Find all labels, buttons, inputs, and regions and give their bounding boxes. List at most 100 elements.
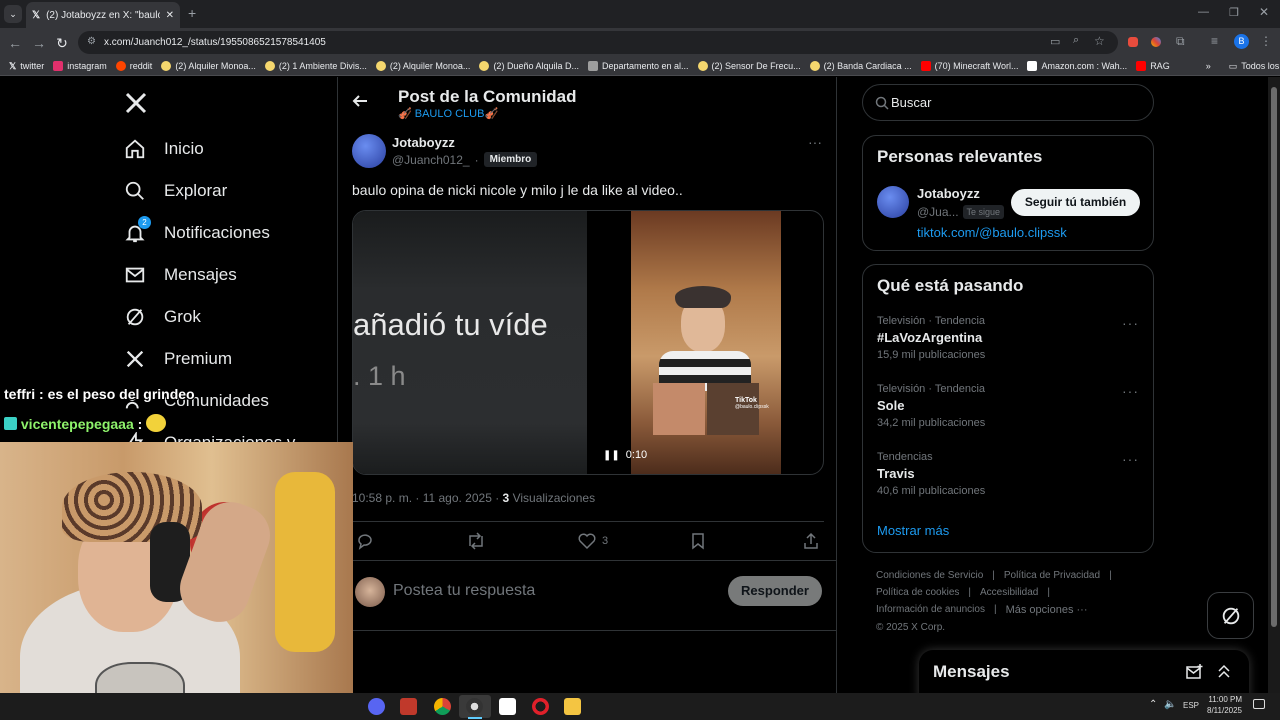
author-name[interactable]: Jotaboyzz — [392, 135, 455, 150]
author-handle[interactable]: @Juanch012_ — [392, 153, 470, 167]
author-avatar[interactable] — [352, 134, 386, 168]
minimize-button[interactable]: — — [1198, 6, 1209, 18]
bookmark-item[interactable]: (2) Sensor De Frecu... — [697, 61, 801, 71]
speaker-icon[interactable]: 🔈 — [1164, 699, 1176, 710]
post-more-icon[interactable]: ··· — [808, 134, 822, 150]
sidebar-item-explorar[interactable]: Explorar — [124, 180, 227, 202]
post-timestamp[interactable]: 10:58 p. m. · 11 ago. 2025 · — [352, 491, 503, 505]
post-video[interactable]: añadió tu víde . 1 h TikTok @baulo.clips… — [352, 210, 824, 475]
window-close-button[interactable]: ✕ — [1259, 5, 1269, 19]
bookmark-item[interactable]: instagram — [53, 61, 107, 71]
bookmark-item[interactable]: (2) Banda Cardiaca ... — [809, 61, 912, 71]
profile-avatar[interactable]: B — [1234, 34, 1249, 49]
extension-icon-red[interactable] — [1128, 37, 1138, 47]
bookmark-item[interactable]: (2) Dueño Alquila D... — [479, 61, 579, 71]
trend-item[interactable]: Televisión · Tendencia Sole 34,2 mil pub… — [877, 383, 985, 429]
grok-floating-button[interactable] — [1207, 592, 1254, 639]
x-logo-icon[interactable] — [124, 91, 148, 120]
bookmark-item[interactable]: Amazon.com : Wah... — [1027, 61, 1127, 71]
repost-button[interactable] — [466, 532, 486, 550]
like-button[interactable]: 3 — [578, 532, 608, 550]
streaming-app-icon[interactable] — [400, 698, 417, 715]
obs-icon[interactable] — [466, 698, 483, 715]
file-explorer-icon[interactable] — [564, 698, 581, 715]
bookmark-star-icon[interactable]: ☆ — [1094, 34, 1105, 48]
footer-link[interactable]: Accesibilidad — [980, 587, 1038, 598]
show-more-link[interactable]: Mostrar más — [877, 523, 949, 538]
bookmark-item[interactable]: (2) 1 Ambiente Divis... — [264, 61, 367, 71]
forward-arrow-icon[interactable]: → — [30, 34, 48, 52]
reply-button[interactable] — [356, 532, 374, 550]
member-badge: Miembro — [483, 152, 538, 167]
share-button[interactable] — [802, 532, 820, 550]
opera-icon[interactable] — [532, 698, 549, 715]
profile-link[interactable]: tiktok.com/@baulo.clipssk — [917, 225, 1067, 240]
expand-icon[interactable] — [1216, 663, 1232, 679]
bookmark-item[interactable]: RAG — [1136, 61, 1170, 71]
messages-drawer[interactable]: Mensajes — [919, 650, 1249, 693]
relevant-user-avatar[interactable] — [877, 186, 909, 218]
bookmark-item[interactable]: reddit — [115, 61, 152, 71]
new-message-icon[interactable] — [1186, 664, 1204, 680]
media-control-icon[interactable]: ≡ — [1211, 34, 1218, 48]
page-scrollbar[interactable] — [1268, 77, 1280, 693]
bookmark-item[interactable]: (2) Alquiler Monoa... — [375, 61, 470, 71]
browser-tab-active[interactable]: 𝕏 (2) Jotaboyzz en X: "baulo opin ✕ — [26, 2, 180, 28]
trend-more-icon[interactable]: ··· — [1122, 451, 1139, 467]
reload-icon[interactable]: ↻ — [53, 34, 71, 52]
language-indicator[interactable]: ESP — [1183, 701, 1199, 710]
discord-icon[interactable] — [368, 698, 385, 715]
trend-more-icon[interactable]: ··· — [1122, 383, 1139, 399]
trend-more-icon[interactable]: ··· — [1122, 315, 1139, 331]
new-tab-button[interactable]: + — [188, 5, 196, 21]
restore-button[interactable]: ❐ — [1229, 6, 1239, 19]
extension-icon-color[interactable] — [1151, 37, 1161, 47]
back-arrow-icon[interactable]: ← — [6, 34, 24, 52]
bookmark-button[interactable] — [690, 532, 706, 550]
reply-submit-button[interactable]: Responder — [728, 576, 822, 606]
more-options-link[interactable]: Más opciones ··· — [1006, 604, 1088, 616]
footer-link[interactable]: Política de Privacidad — [1004, 570, 1100, 581]
browser-menu-icon[interactable]: ⋮ — [1260, 34, 1272, 48]
tab-close-icon[interactable]: ✕ — [166, 10, 174, 21]
relevant-user-handle[interactable]: @Jua... — [917, 205, 959, 219]
trend-item[interactable]: Tendencias Travis 40,6 mil publicaciones — [877, 451, 985, 497]
trend-item[interactable]: Televisión · Tendencia #LaVozArgentina 1… — [877, 315, 985, 361]
extensions-puzzle-icon[interactable]: ⧉ — [1176, 34, 1185, 49]
sidebar-item-inicio[interactable]: Inicio — [124, 138, 204, 160]
bookmarks-overflow-button[interactable]: » — [1206, 61, 1211, 71]
back-arrow-icon[interactable] — [352, 93, 368, 114]
chrome-icon[interactable] — [434, 698, 451, 715]
bookmark-item[interactable]: (70) Minecraft Worl... — [920, 61, 1018, 71]
zoom-icon[interactable]: ⌕ — [1073, 34, 1079, 47]
install-icon[interactable]: ▭ — [1050, 35, 1060, 48]
chat-username: teffri — [4, 386, 36, 402]
search-input[interactable]: Buscar — [891, 95, 931, 110]
pause-icon[interactable]: ❚❚ — [603, 450, 620, 461]
clock[interactable]: 11:00 PM 8/11/2025 — [1200, 695, 1242, 715]
sidebar-item-mensajes[interactable]: Mensajes — [124, 264, 237, 286]
all-bookmarks-folder[interactable]: ▭Todos los marcadores — [1229, 61, 1280, 72]
capcut-icon[interactable] — [499, 698, 516, 715]
bookmark-item[interactable]: (2) Alquiler Monoa... — [161, 61, 256, 71]
footer-link[interactable]: Condiciones de Servicio — [876, 570, 983, 581]
scrollbar-thumb[interactable] — [1271, 87, 1277, 627]
site-info-icon[interactable]: ⚙ — [87, 36, 96, 47]
follow-back-button[interactable]: Seguir tú también — [1011, 189, 1140, 216]
relevant-user-name[interactable]: Jotaboyzz — [917, 186, 980, 201]
address-bar[interactable]: ⚙ x.com/Juanch012_/status/19550865215785… — [78, 31, 1118, 54]
notification-center-icon[interactable] — [1253, 699, 1265, 709]
footer-link[interactable]: Información de anuncios — [876, 604, 985, 616]
footer-link[interactable]: Política de cookies — [876, 587, 959, 598]
community-name[interactable]: 🎻 BAULO CLUB🎻 — [398, 107, 498, 120]
reply-user-avatar[interactable] — [355, 577, 385, 607]
bookmark-item[interactable]: 𝕏twitter — [9, 61, 44, 72]
tab-search-button[interactable]: ⌄ — [4, 5, 22, 23]
tray-chevron-icon[interactable]: ⌃ — [1149, 699, 1157, 710]
bookmark-item[interactable]: Departamento en al... — [587, 61, 689, 71]
sidebar-item-premium[interactable]: Premium — [124, 348, 232, 370]
reply-input[interactable]: Postea tu respuesta — [393, 582, 535, 600]
search-box[interactable]: Buscar — [862, 84, 1154, 121]
sidebar-item-notificaciones[interactable]: Notificaciones 2 — [124, 216, 270, 244]
sidebar-item-grok[interactable]: Grok — [124, 306, 201, 328]
